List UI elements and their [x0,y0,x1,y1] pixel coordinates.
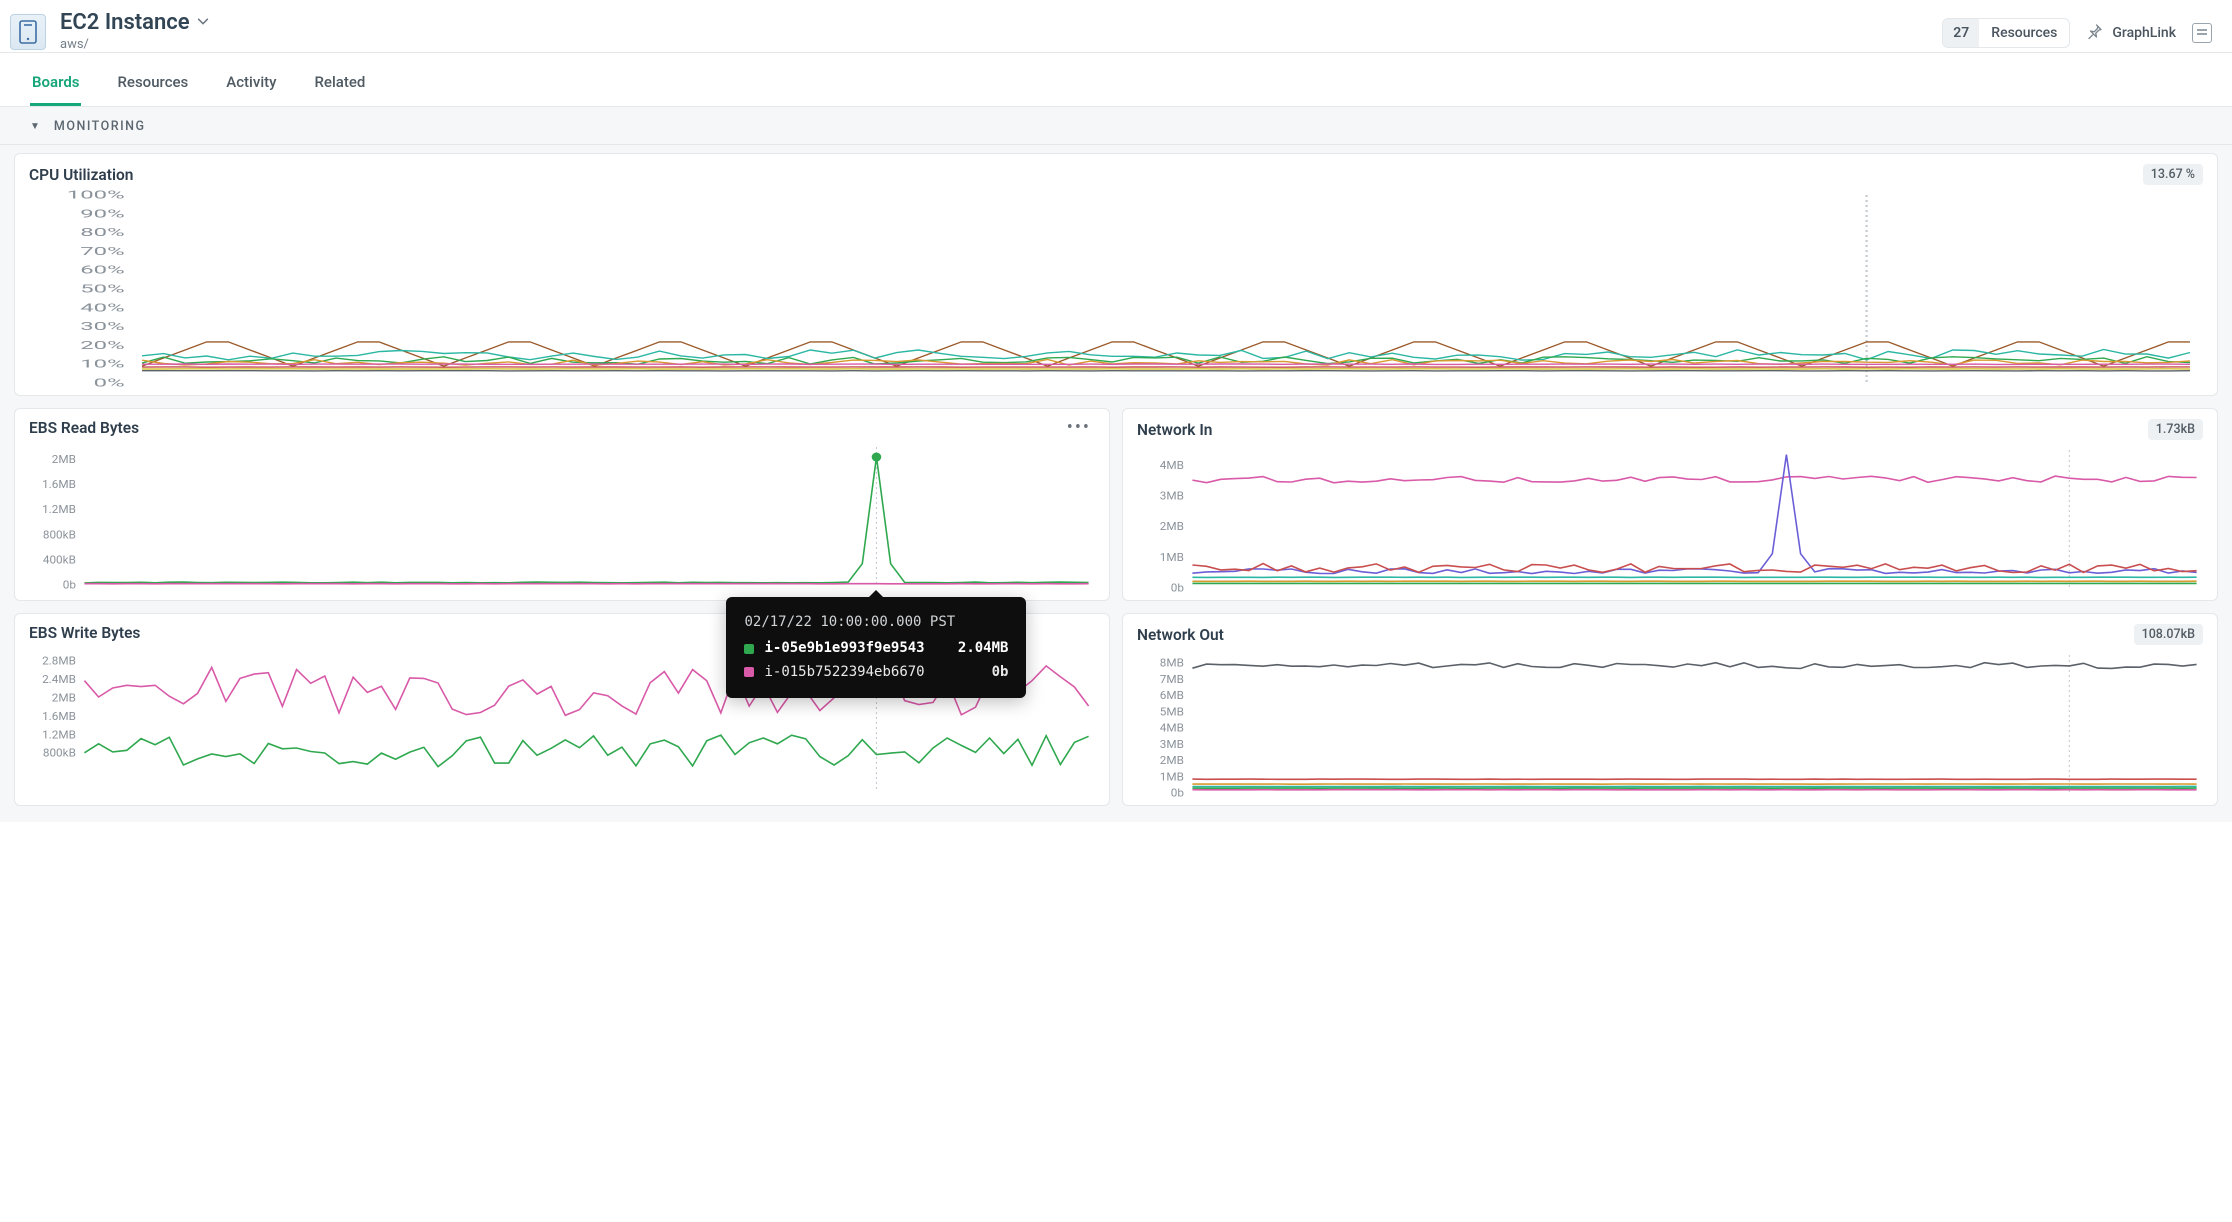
panel-title: EBS Write Bytes [29,624,140,642]
pin-icon [2086,22,2104,44]
svg-text:8MB: 8MB [1160,656,1184,670]
panel-menu-icon[interactable]: ••• [1063,419,1095,437]
svg-text:3MB: 3MB [1160,489,1184,503]
svg-text:800kB: 800kB [43,528,76,542]
panel-value-badge: 1.73kB [2148,419,2203,440]
monitoring-section-header[interactable]: ▼ MONITORING [0,106,2232,145]
series-line [84,735,1088,767]
legend-swatch-icon [744,644,754,654]
svg-text:1MB: 1MB [1160,550,1184,564]
panel-net_out: Network Out 108.07kB 0b 1MB 2MB 3MB 4MB 5MB 6MB 7… [1122,613,2218,806]
tab-boards[interactable]: Boards [30,59,81,106]
tab-activity[interactable]: Activity [224,59,278,106]
svg-text:1.2MB: 1.2MB [42,503,76,517]
svg-text:0b: 0b [63,578,76,591]
panel-title: Network Out [1137,626,1224,644]
svg-text:10%: 10% [80,358,124,371]
panel-ebs_read: EBS Read Bytes ••• 0b 400kB 800kB 1.2MB 1.6MB 2… [14,408,1110,601]
svg-text:1.6MB: 1.6MB [42,709,76,723]
chart-ebs_read[interactable]: 0b 400kB 800kB 1.2MB 1.6MB 2MB [29,441,1095,591]
main-tabs: Boards Resources Activity Related [0,59,2232,106]
graphlink-button[interactable]: GraphLink [2086,22,2176,44]
tooltip-series-value: 0b [992,661,1009,685]
panel-title: EBS Read Bytes [29,419,139,437]
svg-text:3MB: 3MB [1160,737,1184,751]
chart-cpu[interactable]: 0% 10% 20% 30% 40% 50% 60% 70% 80% 90% 100% [29,189,2203,389]
svg-text:2MB: 2MB [52,691,76,705]
svg-text:40%: 40% [80,301,124,314]
svg-text:2MB: 2MB [1160,520,1184,534]
panel-grid: CPU Utilization 13.67 % 0% 10% 20% 30% 40% 50% 6… [0,145,2232,822]
chart-tooltip: 02/17/22 10:00:00.000 PSTi-05e9b1e993f9e… [726,597,1026,698]
tab-resources[interactable]: Resources [115,59,190,106]
svg-text:60%: 60% [80,264,124,277]
resource-type-icon [10,14,46,50]
series-line [1192,455,2196,574]
svg-text:400kB: 400kB [43,553,76,567]
svg-text:2.8MB: 2.8MB [42,654,76,668]
tooltip-row: i-015b7522394eb6670 0b [744,661,1008,685]
svg-text:800kB: 800kB [43,746,76,760]
collapse-triangle-icon: ▼ [30,121,40,132]
series-line [84,457,1088,583]
tooltip-row: i-05e9b1e993f9e9543 2.04MB [744,637,1008,661]
hover-marker [872,453,882,462]
tooltip-series-label: i-05e9b1e993f9e9543 [764,637,947,661]
panel-value-badge: 13.67 % [2143,164,2203,185]
tab-related[interactable]: Related [312,59,367,106]
panel-cpu: CPU Utilization 13.67 % 0% 10% 20% 30% 40% 50% 6… [14,153,2218,396]
legend-swatch-icon [744,667,754,677]
svg-text:1.2MB: 1.2MB [42,728,76,742]
svg-text:80%: 80% [80,226,124,239]
svg-text:4MB: 4MB [1160,458,1184,472]
panel-title: Network In [1137,421,1212,439]
page-title-dropdown[interactable]: EC2 Instance [60,10,210,35]
svg-text:30%: 30% [80,320,124,333]
svg-text:70%: 70% [80,245,124,258]
page-header: EC2 Instance aws/ 27 Resources GraphLink [0,0,2232,53]
svg-text:4MB: 4MB [1160,721,1184,735]
svg-text:2.4MB: 2.4MB [42,672,76,686]
panel-value-badge: 108.07kB [2134,624,2203,645]
svg-text:6MB: 6MB [1160,688,1184,702]
svg-text:100%: 100% [67,189,125,201]
svg-text:2MB: 2MB [52,452,76,466]
svg-text:5MB: 5MB [1160,705,1184,719]
svg-text:0b: 0b [1171,581,1184,594]
panel-net_in: Network In 1.73kB 0b 1MB 2MB 3MB 4MB [1122,408,2218,601]
svg-text:7MB: 7MB [1160,672,1184,686]
page-title: EC2 Instance [60,10,190,35]
chevron-down-icon [196,14,210,32]
resources-label: Resources [1979,19,2069,47]
tooltip-series-label: i-015b7522394eb6670 [764,661,981,685]
panel-title: CPU Utilization [29,166,133,184]
svg-text:50%: 50% [80,282,124,295]
svg-text:20%: 20% [80,339,124,352]
resources-count: 27 [1943,19,1979,47]
tooltip-timestamp: 02/17/22 10:00:00.000 PST [744,611,1008,635]
note-icon[interactable] [2192,23,2212,43]
section-title: MONITORING [54,119,146,134]
series-line [1192,663,2196,669]
chart-net_out[interactable]: 0b 1MB 2MB 3MB 4MB 5MB 6MB 7MB 8MB [1137,649,2203,799]
breadcrumb: aws/ [60,37,210,52]
chart-net_in[interactable]: 0b 1MB 2MB 3MB 4MB [1137,444,2203,594]
svg-text:0%: 0% [94,376,125,389]
svg-text:90%: 90% [80,207,124,220]
svg-text:1MB: 1MB [1160,770,1184,784]
svg-text:1.6MB: 1.6MB [42,477,76,491]
tooltip-series-value: 2.04MB [958,637,1009,661]
resources-pill[interactable]: 27 Resources [1942,18,2070,48]
series-line [1192,476,2196,483]
svg-text:2MB: 2MB [1160,753,1184,767]
svg-text:0b: 0b [1171,786,1184,799]
